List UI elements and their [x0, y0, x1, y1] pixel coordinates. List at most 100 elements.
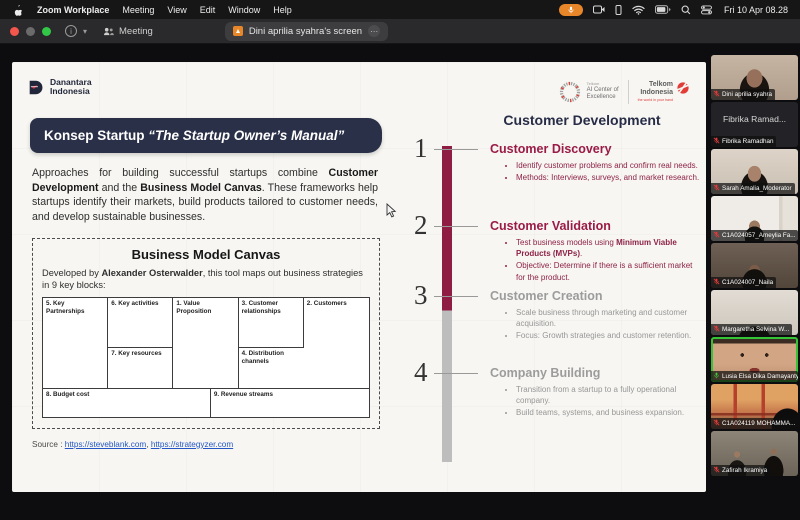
- menu-item-help[interactable]: Help: [273, 5, 292, 15]
- camera-status-icon[interactable]: [593, 5, 605, 14]
- zoom-window-titlebar: i ▾ Meeting Dini aprilia syahra's screen…: [0, 19, 800, 44]
- wifi-icon[interactable]: [632, 5, 645, 15]
- step-title: Customer Discovery: [490, 142, 702, 156]
- tab-shared-screen[interactable]: Dini aprilia syahra's screen ⋯: [225, 22, 388, 41]
- step-number: 2: [414, 210, 428, 241]
- unmuted-mic-icon: [713, 372, 720, 381]
- step-number: 3: [414, 280, 428, 311]
- participant-name: Fibrika Ramadhan: [722, 138, 773, 145]
- bmc-cell-distribution-channels: 4. Distribution channels: [239, 348, 304, 388]
- participant-tile[interactable]: Fibrika Ramad... Fibrika Ramadhan: [711, 102, 798, 147]
- cd-step-2: 2Customer ValidationTest business models…: [410, 219, 702, 289]
- mic-in-use-indicator[interactable]: [559, 4, 583, 16]
- participant-tile[interactable]: Margaretha Selvina W...: [711, 290, 798, 335]
- participant-name-label: C1A024007_Naila: [711, 277, 776, 288]
- source-line: Source : https://steveblank.com, https:/…: [32, 440, 233, 449]
- mouse-cursor: [386, 203, 397, 223]
- step-bullet: Objective: Determine if there is a suffi…: [516, 260, 702, 282]
- participant-name-label: Dini aprilia syahra: [711, 89, 775, 100]
- step-bullets: Test business models using Minimum Viabl…: [490, 237, 702, 283]
- participants-sidebar: Dini aprilia syahraFibrika Ramad...Fibri…: [711, 55, 798, 476]
- menu-item-meeting[interactable]: Meeting: [122, 5, 154, 15]
- meeting-info-icon[interactable]: i: [65, 25, 77, 37]
- participant-name-label: Fibrika Ramadhan: [711, 136, 776, 147]
- tab-options-icon[interactable]: ⋯: [368, 25, 380, 37]
- menubar-clock[interactable]: Fri 10 Apr 08.28: [724, 5, 788, 15]
- bmc-cell-key-resources: 7. Key resources: [108, 348, 173, 388]
- participant-name: Zafirah Ikramiya: [722, 467, 767, 474]
- telkom-tagline: the world in your hand: [638, 98, 673, 102]
- participant-tile[interactable]: C1A024057_Ameylia Fa...: [711, 196, 798, 241]
- step-bullet: Transition from a startup to a fully ope…: [516, 384, 702, 406]
- step-connector: [434, 226, 478, 227]
- danantara-logo-icon: [28, 79, 45, 96]
- muted-mic-icon: [713, 90, 720, 99]
- ai-center-of-excellence-logo: Telkom AI Center of Excellence: [558, 80, 619, 104]
- control-center-icon[interactable]: [701, 5, 712, 15]
- cd-step-4: 4Company BuildingTransition from a start…: [410, 366, 702, 436]
- source-link-steveblank[interactable]: https://steveblank.com: [65, 440, 146, 449]
- bmc-cell-revenue-streams: 9. Revenue streams: [211, 389, 369, 417]
- tab-meeting[interactable]: Meeting: [103, 26, 153, 37]
- participant-tile[interactable]: C1A024007_Naila: [711, 243, 798, 288]
- participant-tile[interactable]: C1A024119 MOHAMMA...: [711, 384, 798, 429]
- muted-mic-icon: [713, 137, 720, 146]
- close-window-button[interactable]: [10, 27, 19, 36]
- screen-share-icon: [233, 26, 243, 36]
- step-bullet: Test business models using Minimum Viabl…: [516, 237, 702, 259]
- timeline-steps: 1Customer DiscoveryIdentify customer pro…: [410, 142, 702, 436]
- participant-name: Sarah Amalia_Moderator: [722, 185, 792, 192]
- participant-name-label: Margaretha Selvina W...: [711, 324, 792, 335]
- minimize-window-button[interactable]: [26, 27, 35, 36]
- display-status-icon[interactable]: [615, 5, 622, 15]
- source-link-strategyzer[interactable]: https://strategyzer.com: [151, 440, 233, 449]
- step-bullet: Methods: Interviews, surveys, and market…: [516, 172, 702, 183]
- menubar-status-area: Fri 10 Apr 08.28: [559, 4, 788, 16]
- aicoe-logo-text: Telkom AI Center of Excellence: [587, 82, 619, 101]
- danantara-logo: DanantaraIndonesia: [28, 78, 92, 96]
- participant-name-label: Zafirah Ikramiya: [711, 465, 770, 476]
- step-title: Customer Creation: [490, 289, 702, 303]
- slide-intro-paragraph: Approaches for building successful start…: [32, 166, 378, 224]
- participant-name-label: C1A024119 MOHAMMA...: [711, 418, 798, 429]
- bmc-title: Business Model Canvas: [42, 247, 370, 262]
- muted-mic-icon: [713, 278, 720, 287]
- danantara-logo-text: DanantaraIndonesia: [50, 78, 92, 96]
- chevron-down-icon[interactable]: ▾: [83, 27, 87, 36]
- participant-display-name-card: Fibrika Ramad...: [711, 114, 798, 124]
- step-bullets: Identify customer problems and confirm r…: [490, 160, 702, 183]
- customer-development-heading: Customer Development: [410, 112, 702, 128]
- step-number: 4: [414, 357, 428, 388]
- bmc-table-bottom-row: 8. Budget cost 9. Revenue streams: [42, 388, 370, 418]
- window-controls: [10, 27, 51, 36]
- participant-name: Margaretha Selvina W...: [722, 326, 789, 333]
- logo-divider: [628, 80, 629, 104]
- fullscreen-window-button[interactable]: [42, 27, 51, 36]
- apple-logo-icon[interactable]: [12, 4, 23, 16]
- step-bullet: Scale business through marketing and cus…: [516, 307, 702, 329]
- participant-name: C1A024057_Ameylia Fa...: [722, 232, 796, 239]
- menu-item-view[interactable]: View: [167, 5, 186, 15]
- menu-item-window[interactable]: Window: [228, 5, 260, 15]
- step-title: Customer Validation: [490, 219, 702, 233]
- menubar-menus: Meeting View Edit Window Help: [122, 5, 304, 15]
- telkom-logo-text: Telkom Indonesia the world in your hand: [638, 81, 673, 102]
- participant-tile[interactable]: Dini aprilia syahra: [711, 55, 798, 100]
- participant-name: Lusia Elsa Dika Damayanty: [722, 373, 798, 380]
- aicoe-ring-icon: [558, 80, 582, 104]
- participant-name-label: Lusia Elsa Dika Damayanty: [711, 371, 798, 382]
- business-model-canvas-box: Business Model Canvas Developed by Alexa…: [32, 238, 380, 429]
- participant-tile[interactable]: Zafirah Ikramiya: [711, 431, 798, 476]
- participant-tile[interactable]: Sarah Amalia_Moderator: [711, 149, 798, 194]
- participant-tile[interactable]: Lusia Elsa Dika Damayanty: [711, 337, 798, 382]
- menu-app-name[interactable]: Zoom Workplace: [37, 5, 109, 15]
- step-bullet: Identify customer problems and confirm r…: [516, 160, 702, 171]
- search-icon[interactable]: [681, 5, 691, 15]
- cd-step-3: 3Customer CreationScale business through…: [410, 289, 702, 366]
- battery-icon[interactable]: [655, 5, 671, 14]
- bmc-description: Developed by Alexander Osterwalder, this…: [42, 267, 370, 291]
- shared-screen-slide: DanantaraIndonesia Telkom AI Center of E…: [12, 62, 706, 492]
- menu-item-edit[interactable]: Edit: [200, 5, 216, 15]
- participant-name: Dini aprilia syahra: [722, 91, 772, 98]
- bmc-table: 5. Key Partnerships 6. Key activities 1.…: [42, 297, 370, 388]
